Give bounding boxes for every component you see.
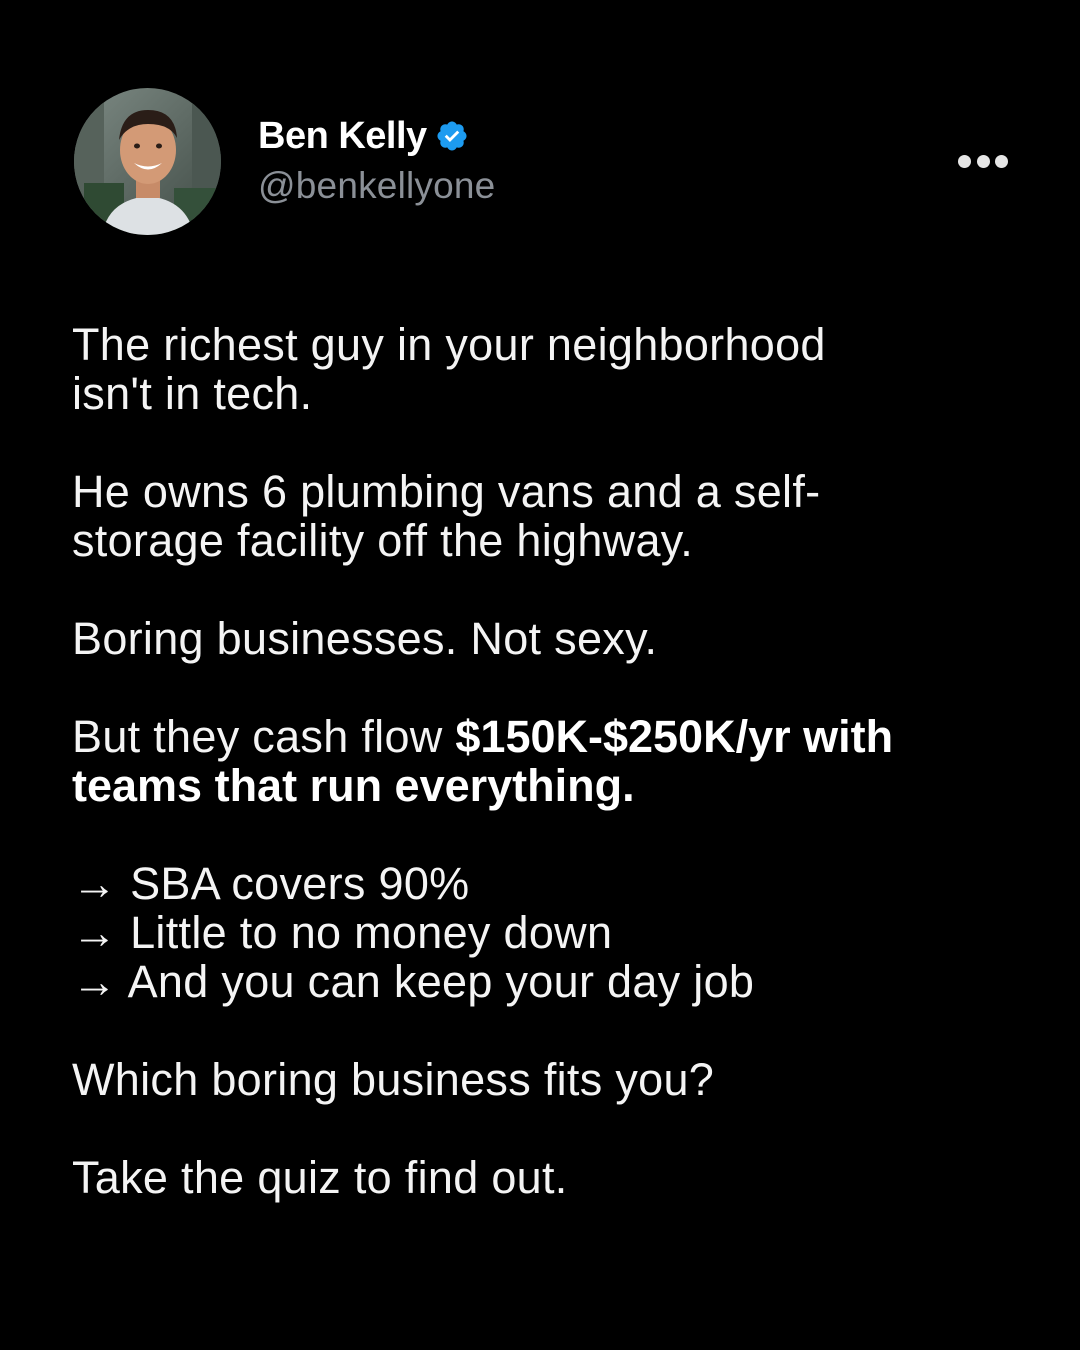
post-text-bold: $150K-$250K/yr with xyxy=(455,711,894,762)
list-item: → SBA covers 90% xyxy=(72,858,470,909)
post-text: He owns 6 plumbing vans and a self- xyxy=(72,466,821,517)
post-paragraph-4: But they cash flow $150K-$250K/yr with t… xyxy=(72,712,1022,810)
post-text: storage facility off the highway. xyxy=(72,515,694,566)
post-bullet-list: → SBA covers 90% → Little to no money do… xyxy=(72,859,1022,1006)
post-paragraph-1: The richest guy in your neighborhood isn… xyxy=(72,320,1022,418)
verified-badge-icon xyxy=(435,119,469,153)
avatar-photo xyxy=(74,88,221,235)
more-dot xyxy=(958,154,971,168)
author-name[interactable]: Ben Kelly xyxy=(258,115,427,158)
more-options-icon[interactable] xyxy=(958,150,1008,172)
post-text-bold: teams that run everything. xyxy=(72,760,635,811)
avatar[interactable] xyxy=(74,88,221,235)
author-info: Ben Kelly @benkellyone xyxy=(258,113,495,207)
post-text: But they cash flow xyxy=(72,711,456,762)
post-paragraph-2: He owns 6 plumbing vans and a self- stor… xyxy=(72,467,1022,565)
author-handle[interactable]: @benkellyone xyxy=(258,165,495,207)
post-text: The richest guy in your neighborhood xyxy=(72,319,826,370)
post-text: Boring businesses. Not sexy. xyxy=(72,613,658,664)
post-cta: Take the quiz to find out. xyxy=(72,1153,1022,1202)
post-paragraph-3: Boring businesses. Not sexy. xyxy=(72,614,1022,663)
more-dot xyxy=(995,154,1008,168)
post-question: Which boring business fits you? xyxy=(72,1055,1022,1104)
list-item: → And you can keep your day job xyxy=(72,956,755,1007)
post-text: Take the quiz to find out. xyxy=(72,1152,568,1203)
more-dot xyxy=(976,154,990,168)
post-text: Which boring business fits you? xyxy=(72,1054,715,1105)
post-body: The richest guy in your neighborhood isn… xyxy=(72,320,1022,1251)
post-text: isn't in tech. xyxy=(72,368,313,419)
author-name-row: Ben Kelly xyxy=(258,113,495,159)
list-item: → Little to no money down xyxy=(72,907,613,958)
